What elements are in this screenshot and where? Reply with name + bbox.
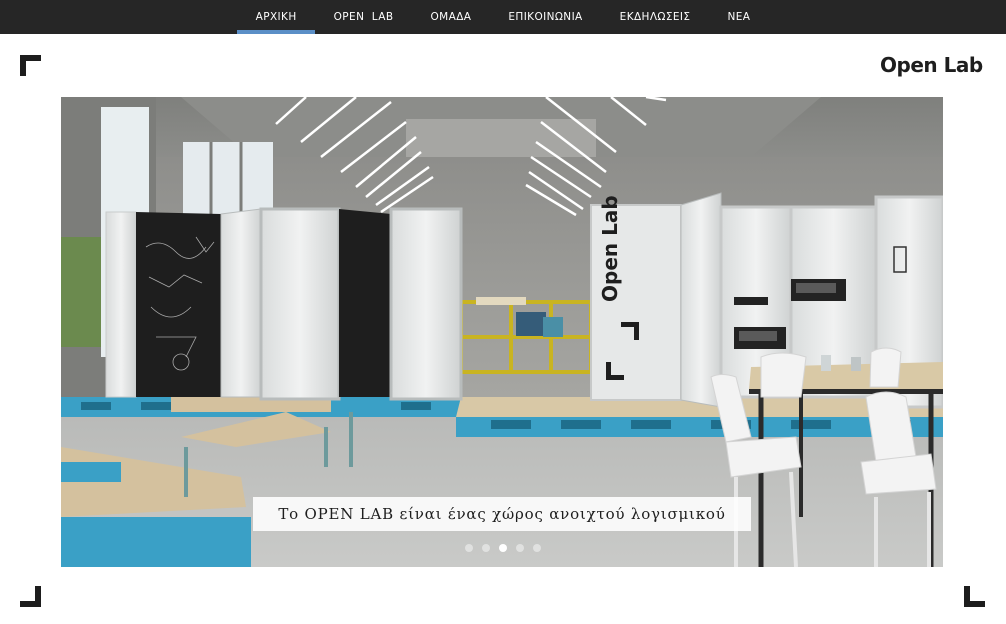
slider-dot-5[interactable]: [533, 544, 541, 552]
nav-item-team[interactable]: ΟΜΑΔΑ: [412, 0, 490, 34]
slider-dot-4[interactable]: [516, 544, 524, 552]
nav-item-open-lab[interactable]: OPEN LAB: [315, 0, 412, 34]
corner-bracket-top-left-icon: [20, 55, 41, 76]
nav-menu: ΑΡΧΙΚΗ OPEN LAB ΟΜΑΔΑ ΕΠΙΚΟΙΝΩΝΙΑ ΕΚΔΗΛΩ…: [0, 0, 1006, 34]
top-navigation-bar: ΑΡΧΙΚΗ OPEN LAB ΟΜΑΔΑ ΕΠΙΚΟΙΝΩΝΙΑ ΕΚΔΗΛΩ…: [0, 0, 1006, 34]
slide-caption: Το OPEN LAB είναι ένας χώρος ανοιχτού λο…: [253, 497, 751, 531]
nav-item-contact[interactable]: ΕΠΙΚΟΙΝΩΝΙΑ: [490, 0, 601, 34]
hero-slider[interactable]: Open Lab Το OPEN LAB είναι ένας χώρος αν…: [61, 97, 943, 567]
nav-item-home[interactable]: ΑΡΧΙΚΗ: [237, 0, 316, 34]
panel-logo-text: Open Lab: [598, 195, 622, 302]
nav-item-news[interactable]: ΝΕΑ: [709, 0, 769, 34]
corner-bracket-bottom-right-icon: [964, 586, 985, 607]
slider-pagination: [465, 544, 541, 552]
nav-item-events[interactable]: ΕΚΔΗΛΩΣΕΙΣ: [601, 0, 709, 34]
corner-bracket-bottom-left-icon: [20, 586, 41, 607]
slider-dot-3[interactable]: [499, 544, 507, 552]
slider-dot-1[interactable]: [465, 544, 473, 552]
open-lab-logo[interactable]: Open Lab: [880, 52, 983, 78]
slider-dot-2[interactable]: [482, 544, 490, 552]
